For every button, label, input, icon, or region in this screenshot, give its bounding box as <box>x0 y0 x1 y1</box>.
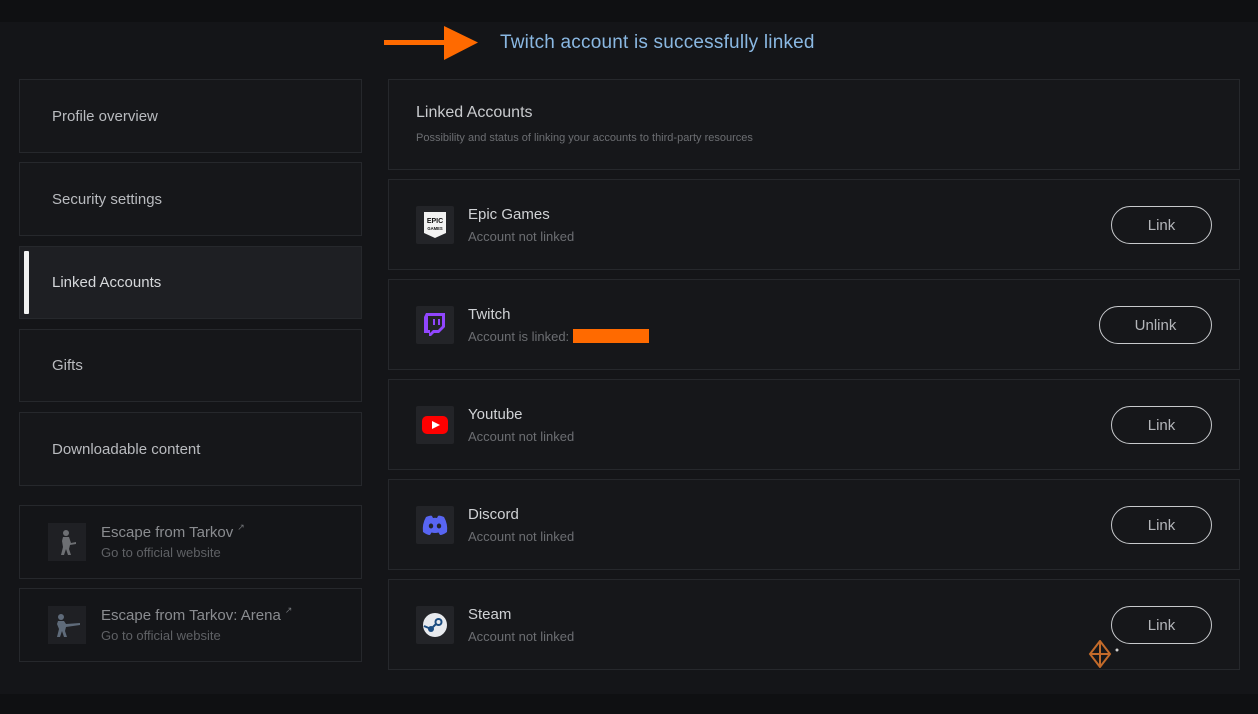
success-notice: Twitch account is successfully linked <box>384 24 815 62</box>
discord-icon <box>416 505 454 544</box>
linked-accounts-header: Linked Accounts Possibility and status o… <box>388 79 1240 170</box>
account-row-youtube: Youtube Account not linked Link <box>388 379 1240 470</box>
sidebar-item-label: Downloadable content <box>52 440 201 458</box>
sidebar-item-label: Security settings <box>52 190 163 208</box>
top-bar <box>0 0 1258 22</box>
redacted-username <box>573 329 650 343</box>
sidebar-item-label: Linked Accounts <box>52 274 162 291</box>
external-link-icon: ↗ <box>284 605 293 615</box>
account-name: Youtube <box>468 405 523 423</box>
external-link-escape-from-tarkov[interactable]: Escape from Tarkov ↗ Go to official websi… <box>19 505 362 579</box>
external-link-subtitle: Go to official website <box>101 628 221 643</box>
account-row-twitch: Twitch Account is linked: Unlink <box>388 279 1240 370</box>
svg-text:GAMES: GAMES <box>427 226 443 231</box>
account-name: Discord <box>468 505 519 523</box>
account-status: Account is linked: <box>468 328 570 344</box>
arrow-right-icon <box>384 26 478 60</box>
steam-icon <box>416 605 454 644</box>
page-title: Linked Accounts <box>416 104 533 121</box>
notice-text: Twitch account is successfully linked <box>500 32 815 53</box>
account-name: Epic Games <box>468 205 550 223</box>
link-discord-button[interactable]: Link <box>1111 506 1212 544</box>
external-link-subtitle: Go to official website <box>101 545 221 560</box>
account-row-discord: Discord Account not linked Link <box>388 479 1240 570</box>
account-name: Steam <box>468 605 512 623</box>
sidebar-item-downloadable-content[interactable]: Downloadable content <box>19 412 362 486</box>
sidebar-item-gifts[interactable]: Gifts <box>19 329 362 402</box>
bottom-bar <box>0 694 1258 714</box>
page-subtitle: Possibility and status of linking your a… <box>416 132 753 144</box>
external-link-icon: ↗ <box>237 522 245 532</box>
twitch-icon <box>416 305 454 344</box>
unlink-twitch-button[interactable]: Unlink <box>1099 306 1212 344</box>
account-status: Account not linked <box>468 228 575 244</box>
account-status: Account not linked <box>468 628 575 644</box>
sidebar-item-linked-accounts[interactable]: Linked Accounts <box>19 246 362 319</box>
sidebar-item-profile-overview[interactable]: Profile overview <box>19 79 362 153</box>
soldier-icon <box>48 606 86 644</box>
account-name: Twitch <box>468 305 511 323</box>
sidebar-item-label: Profile overview <box>52 107 158 125</box>
account-status: Account not linked <box>468 528 575 544</box>
link-steam-button[interactable]: Link <box>1111 606 1212 644</box>
account-row-epic-games: EPIC GAMES Epic Games Account not linked… <box>388 179 1240 270</box>
cursor-icon <box>1086 639 1120 673</box>
account-status: Account not linked <box>468 428 575 444</box>
epic-games-icon: EPIC GAMES <box>416 205 454 244</box>
link-epic-games-button[interactable]: Link <box>1111 206 1212 244</box>
external-link-escape-from-tarkov-arena[interactable]: Escape from Tarkov: Arena ↗ Go to officia… <box>19 588 362 662</box>
link-youtube-button[interactable]: Link <box>1111 406 1212 444</box>
soldier-icon <box>48 523 86 561</box>
external-link-title: Escape from Tarkov <box>101 524 234 541</box>
external-link-title: Escape from Tarkov: Arena <box>101 607 281 624</box>
sidebar-item-label: Gifts <box>52 357 83 374</box>
sidebar-item-security-settings[interactable]: Security settings <box>19 162 362 236</box>
svg-text:EPIC: EPIC <box>427 218 443 225</box>
youtube-icon <box>416 405 454 444</box>
